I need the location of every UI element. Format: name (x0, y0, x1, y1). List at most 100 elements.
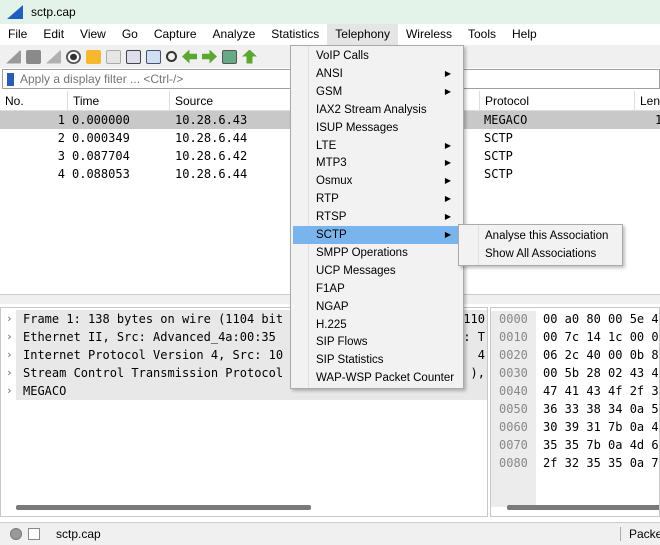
hex-bytes[interactable]: 30 39 31 7b 0a 4 (543, 418, 659, 436)
menu-telephony[interactable]: Telephony (327, 24, 398, 45)
column-header-length[interactable]: Leng (635, 91, 660, 111)
menu-item-voip-calls[interactable]: VoIP Calls (293, 47, 461, 65)
capture-comment-icon[interactable] (28, 528, 40, 540)
submenu-arrow-icon: ▶ (444, 176, 451, 186)
detail-label-tail: ), (470, 366, 485, 380)
hex-row: 0010 00 7c 14 1c 00 0 (491, 328, 659, 346)
go-forward-icon[interactable] (202, 49, 217, 64)
menu-item-isup-messages[interactable]: ISUP Messages (293, 119, 461, 137)
menu-item-smpp-operations[interactable]: SMPP Operations (293, 244, 461, 262)
expand-arrow-icon[interactable]: › (6, 382, 13, 400)
restart-capture-icon[interactable] (46, 49, 61, 64)
menu-item-ucp-messages[interactable]: UCP Messages (293, 262, 461, 280)
hex-bytes[interactable]: 2f 32 35 35 0a 7 (543, 454, 659, 472)
menu-item-show-all-associations[interactable]: Show All Associations (461, 245, 621, 263)
capture-options-icon[interactable] (66, 49, 81, 64)
hex-bytes[interactable]: 35 35 7b 0a 4d 6 (543, 436, 659, 454)
column-header-protocol[interactable]: Protocol (480, 91, 635, 111)
hex-row: 0050 36 33 38 34 0a 5 (491, 400, 659, 418)
find-packet-icon[interactable] (166, 51, 177, 62)
packet-source: 10.28.6.44 (175, 167, 248, 181)
menu-item-wap-wsp-packet-counter[interactable]: WAP-WSP Packet Counter (293, 369, 461, 387)
menu-item-sctp[interactable]: SCTP ▶ (293, 226, 461, 244)
hex-bytes[interactable]: 36 33 38 34 0a 5 (543, 400, 659, 418)
expand-arrow-icon[interactable]: › (6, 310, 13, 328)
hex-row: 0000 00 a0 80 00 5e 4 (491, 310, 659, 328)
menu-item-label: NGAP (316, 300, 349, 313)
hex-row: 0020 06 2c 40 00 0b 8 (491, 346, 659, 364)
menu-tools[interactable]: Tools (460, 24, 504, 45)
menu-item-ngap[interactable]: NGAP (293, 298, 461, 316)
menu-help[interactable]: Help (504, 24, 545, 45)
menu-go[interactable]: Go (114, 24, 146, 45)
menu-item-f1ap[interactable]: F1AP (293, 280, 461, 298)
menu-item-iax2-stream-analysis[interactable]: IAX2 Stream Analysis (293, 101, 461, 119)
hex-bytes[interactable]: 00 5b 28 02 43 4 (543, 364, 659, 382)
expand-arrow-icon[interactable]: › (6, 364, 13, 382)
hex-bytes[interactable]: 47 41 43 4f 2f 3 (543, 382, 659, 400)
menu-item-label: Osmux (316, 175, 353, 188)
menu-wireless[interactable]: Wireless (398, 24, 460, 45)
hex-bytes[interactable]: 06 2c 40 00 0b 8 (543, 346, 659, 364)
menu-item-label: LTE (316, 139, 337, 152)
menu-item-sip-statistics[interactable]: SIP Statistics (293, 351, 461, 369)
packet-no: 1 (57, 113, 65, 127)
hex-offset: 0050 (499, 402, 528, 416)
menu-item-rtsp[interactable]: RTSP ▶ (293, 208, 461, 226)
stop-capture-icon[interactable] (26, 49, 41, 64)
reload-icon[interactable] (146, 49, 161, 64)
menu-item-h-225[interactable]: H.225 (293, 316, 461, 334)
packet-protocol: SCTP (484, 149, 513, 163)
menu-item-lte[interactable]: LTE ▶ (293, 137, 461, 155)
hex-row: 0030 00 5b 28 02 43 4 (491, 364, 659, 382)
go-to-packet-icon[interactable] (222, 49, 237, 64)
details-horizontal-scrollbar[interactable] (16, 505, 311, 510)
save-file-icon[interactable] (106, 49, 121, 64)
menu-item-osmux[interactable]: Osmux ▶ (293, 172, 461, 190)
menu-file[interactable]: File (0, 24, 35, 45)
menu-item-label: GSM (316, 85, 343, 98)
menu-item-gsm[interactable]: GSM ▶ (293, 83, 461, 101)
submenu-arrow-icon: ▶ (444, 212, 451, 222)
packet-source: 10.28.6.44 (175, 131, 248, 145)
submenu-arrow-icon: ▶ (444, 158, 451, 168)
menu-view[interactable]: View (72, 24, 114, 45)
column-header-no[interactable]: No. (0, 91, 68, 111)
hex-bytes[interactable]: 00 7c 14 1c 00 0 (543, 328, 659, 346)
packet-time: 0.087704 (72, 149, 130, 163)
menu-item-label: MTP3 (316, 157, 347, 170)
first-packet-icon[interactable] (242, 49, 257, 64)
menu-item-label: SIP Flows (316, 336, 368, 349)
menu-statistics[interactable]: Statistics (263, 24, 327, 45)
status-file-name: sctp.cap (56, 527, 101, 541)
hex-offset: 0060 (499, 420, 528, 434)
hex-bytes[interactable]: 00 a0 80 00 5e 4 (543, 310, 659, 328)
menu-item-rtp[interactable]: RTP ▶ (293, 190, 461, 208)
expand-arrow-icon[interactable]: › (6, 328, 13, 346)
expert-info-icon[interactable] (10, 528, 22, 540)
menu-analyze[interactable]: Analyze (205, 24, 264, 45)
telephony-menu: VoIP Calls ANSI ▶ GSM ▶ IAX2 Stream Analysis I… (290, 45, 464, 389)
packet-protocol: SCTP (484, 167, 513, 181)
expand-arrow-icon[interactable]: › (6, 346, 13, 364)
packet-no: 3 (57, 149, 65, 163)
close-file-icon[interactable] (126, 49, 141, 64)
menu-item-ansi[interactable]: ANSI ▶ (293, 65, 461, 83)
go-back-icon[interactable] (182, 49, 197, 64)
menu-edit[interactable]: Edit (35, 24, 72, 45)
wireshark-logo-icon (7, 5, 23, 19)
menu-item-label: SCTP (316, 229, 347, 241)
bookmark-icon[interactable] (7, 72, 14, 86)
menu-item-label: ISUP Messages (316, 121, 399, 134)
packet-bytes-pane: 0000 00 a0 80 00 5e 4 0010 00 7c 14 1c 00 0… (490, 307, 660, 517)
menu-capture[interactable]: Capture (146, 24, 205, 45)
menu-item-analyse-association[interactable]: Analyse this Association (461, 227, 621, 245)
menu-item-sip-flows[interactable]: SIP Flows (293, 333, 461, 351)
menu-item-mtp3[interactable]: MTP3 ▶ (293, 154, 461, 172)
bytes-horizontal-scrollbar[interactable] (507, 505, 659, 510)
column-header-time[interactable]: Time (68, 91, 170, 111)
menu-item-label: ANSI (316, 67, 343, 80)
open-file-icon[interactable] (86, 49, 101, 64)
start-capture-icon[interactable] (6, 49, 21, 64)
menu-item-label: RTSP (316, 211, 347, 224)
